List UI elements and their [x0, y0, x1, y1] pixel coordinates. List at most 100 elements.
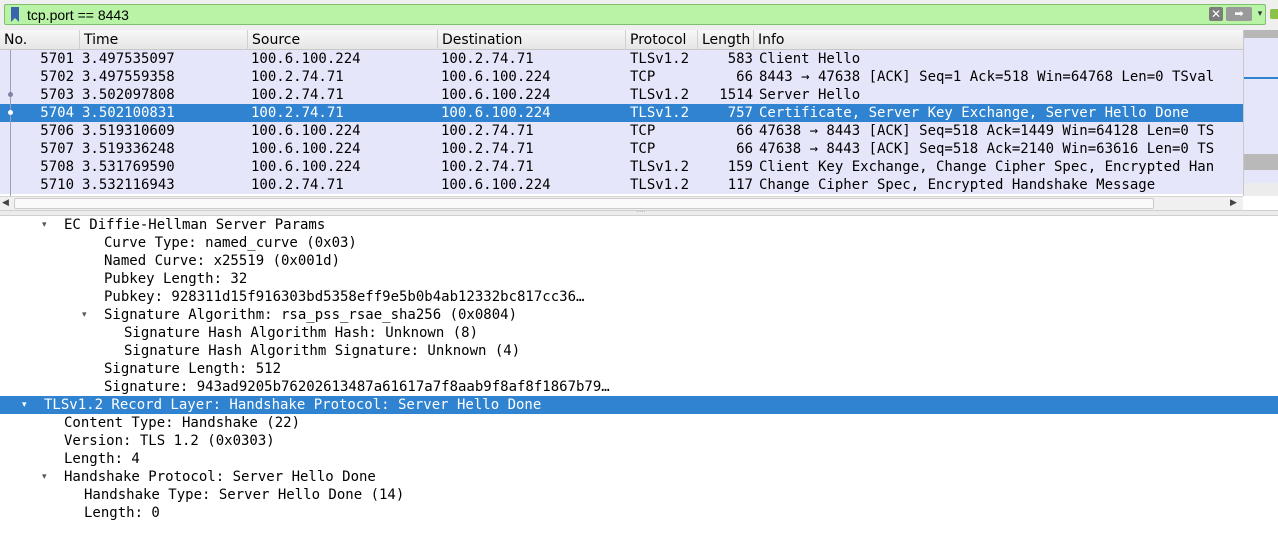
tree-item-label: TLSv1.2 Record Layer: Handshake Protocol… [44, 397, 542, 413]
cell-destination: 100.2.74.71 [441, 159, 534, 175]
tree-item[interactable]: ▾ Signature Algorithm: rsa_pss_rsae_sha25… [0, 306, 1278, 324]
tree-item[interactable]: Signature Hash Algorithm Hash: Unknown (… [0, 324, 1278, 342]
cell-info: Change Cipher Spec, Encrypted Handshake … [759, 177, 1156, 193]
cell-length: 66 [736, 69, 753, 85]
packet-row[interactable]: 5710 3.532116943 100.2.74.71 100.6.100.224 T… [0, 176, 1243, 194]
packet-row[interactable]: 5707 3.519336248 100.6.100.224 100.2.74.71 T… [0, 140, 1243, 158]
cell-protocol: TLSv1.2 [630, 159, 690, 175]
expand-arrow-icon[interactable]: ▾ [42, 468, 54, 486]
cell-source: 100.6.100.224 [251, 123, 361, 139]
cell-destination: 100.2.74.71 [441, 123, 534, 139]
cell-destination: 100.2.74.71 [441, 51, 534, 67]
tree-item-label: Signature: 943ad9205b76202613487a61617a7… [104, 379, 610, 395]
expand-arrow-icon[interactable]: ▾ [82, 306, 94, 324]
cell-no: 5710 [40, 177, 74, 193]
tree-item[interactable]: Signature Length: 512 [0, 360, 1278, 378]
cell-time: 3.519336248 [82, 141, 175, 157]
cell-info: Client Key Exchange, Change Cipher Spec,… [759, 159, 1215, 175]
tree-item-label: Handshake Type: Server Hello Done (14) [84, 487, 405, 503]
tree-item[interactable]: Signature Hash Algorithm Signature: Unkn… [0, 342, 1278, 360]
cell-protocol: TLSv1.2 [630, 177, 690, 193]
tree-item-label: EC Diffie-Hellman Server Params [64, 217, 326, 233]
packet-row[interactable]: 5704 3.502100831 100.2.74.71 100.6.100.224 T… [0, 104, 1243, 122]
packet-minimap-scrollbar[interactable] [1243, 30, 1278, 196]
cell-destination: 100.2.74.71 [441, 141, 534, 157]
cell-length: 66 [736, 123, 753, 139]
tree-item-label: Signature Hash Algorithm Signature: Unkn… [124, 343, 521, 359]
tree-item-label: Content Type: Handshake (22) [64, 415, 301, 431]
display-filter-toolbar: ✕ ➡ ▾ [0, 0, 1278, 30]
packet-row[interactable]: 5701 3.497535097 100.6.100.224 100.2.74.71 T… [0, 50, 1243, 68]
cell-no: 5708 [40, 159, 74, 175]
packet-row[interactable]: 5708 3.531769590 100.6.100.224 100.2.74.71 T… [0, 158, 1243, 176]
horizontal-scroll-thumb[interactable] [14, 198, 1154, 209]
cell-source: 100.2.74.71 [251, 69, 344, 85]
display-filter-field[interactable]: ✕ ➡ ▾ [4, 4, 1266, 25]
cell-no: 5701 [40, 51, 74, 67]
cell-info: Server Hello [759, 87, 861, 103]
packet-list-pane: No. Time Source Destination Protocol Len… [0, 30, 1278, 212]
tree-item[interactable]: Named Curve: x25519 (0x001d) [0, 252, 1278, 270]
packet-row[interactable]: 5706 3.519310609 100.6.100.224 100.2.74.71 T… [0, 122, 1243, 140]
cell-no: 5706 [40, 123, 74, 139]
cell-protocol: TLSv1.2 [630, 51, 690, 67]
cell-source: 100.6.100.224 [251, 141, 361, 157]
horizontal-scrollbar[interactable]: ◀ ▶ [0, 196, 1243, 210]
column-header-protocol[interactable]: Protocol [626, 30, 698, 50]
cell-info: 8443 → 47638 [ACK] Seq=1 Ack=518 Win=647… [759, 69, 1215, 85]
cell-source: 100.2.74.71 [251, 177, 344, 193]
tree-item-label: Named Curve: x25519 (0x001d) [104, 253, 341, 269]
cell-time: 3.497535097 [82, 51, 175, 67]
tree-item[interactable]: Signature: 943ad9205b76202613487a61617a7… [0, 378, 1278, 396]
cell-protocol: TLSv1.2 [630, 105, 690, 121]
packet-rows: 5701 3.497535097 100.6.100.224 100.2.74.71 T… [0, 50, 1243, 196]
splitter-grip-icon: ····· [636, 209, 646, 216]
tree-item-label: Length: 4 [64, 451, 140, 467]
column-header-no[interactable]: No. [0, 30, 80, 50]
minimap-thumb[interactable] [1244, 154, 1278, 170]
cell-source: 100.2.74.71 [251, 105, 344, 121]
column-header-length[interactable]: Length [698, 30, 754, 50]
expand-arrow-icon[interactable]: ▾ [22, 396, 34, 414]
expand-arrow-icon[interactable]: ▾ [42, 216, 54, 234]
scroll-left-icon[interactable]: ◀ [2, 197, 14, 210]
tree-item[interactable]: Handshake Type: Server Hello Done (14) [0, 486, 1278, 504]
cell-time: 3.497559358 [82, 69, 175, 85]
filter-history-icon[interactable]: ▾ [1255, 8, 1265, 20]
tree-item[interactable]: Length: 4 [0, 450, 1278, 468]
tree-item-label: Pubkey Length: 32 [104, 271, 248, 287]
cell-time: 3.531769590 [82, 159, 175, 175]
cell-protocol: TCP [630, 141, 656, 157]
tree-item-label: Signature Hash Algorithm Hash: Unknown (… [124, 325, 479, 341]
clear-filter-icon[interactable]: ✕ [1209, 7, 1223, 21]
tree-item[interactable]: Content Type: Handshake (22) [0, 414, 1278, 432]
add-filter-icon[interactable] [1270, 9, 1278, 19]
scroll-right-icon[interactable]: ▶ [1230, 197, 1242, 210]
column-header-source[interactable]: Source [248, 30, 438, 50]
packet-row[interactable]: 5703 3.502097808 100.2.74.71 100.6.100.224 T… [0, 86, 1243, 104]
column-header-time[interactable]: Time [80, 30, 248, 50]
tree-item[interactable]: ▾ EC Diffie-Hellman Server Params [0, 216, 1278, 234]
tree-item-label: Handshake Protocol: Server Hello Done [64, 469, 376, 485]
cell-info: 47638 → 8443 [ACK] Seq=518 Ack=1449 Win=… [759, 123, 1215, 139]
tree-item[interactable]: Pubkey: 928311d15f916303bd5358eff9e5b0b4… [0, 288, 1278, 306]
cell-length: 159 [727, 159, 753, 175]
tree-item[interactable]: Pubkey Length: 32 [0, 270, 1278, 288]
packet-row[interactable]: 5702 3.497559358 100.2.74.71 100.6.100.224 T… [0, 68, 1243, 86]
cell-no: 5702 [40, 69, 74, 85]
related-packet-line [10, 50, 11, 196]
related-packet-dot-icon [8, 110, 13, 115]
cell-time: 3.519310609 [82, 123, 175, 139]
tree-item[interactable]: ▾ TLSv1.2 Record Layer: Handshake Protoco… [0, 396, 1278, 414]
apply-filter-icon[interactable]: ➡ [1226, 7, 1252, 21]
minimap-top [1244, 30, 1278, 38]
tree-item[interactable]: Length: 0 [0, 504, 1278, 522]
column-header-destination[interactable]: Destination [438, 30, 626, 50]
tree-item[interactable]: Version: TLS 1.2 (0x0303) [0, 432, 1278, 450]
cell-no: 5707 [40, 141, 74, 157]
column-header-info[interactable]: Info [754, 30, 1243, 50]
tree-item[interactable]: ▾ Handshake Protocol: Server Hello Done [0, 468, 1278, 486]
display-filter-input[interactable] [27, 6, 1197, 23]
bookmark-icon[interactable] [10, 7, 20, 22]
tree-item[interactable]: Curve Type: named_curve (0x03) [0, 234, 1278, 252]
